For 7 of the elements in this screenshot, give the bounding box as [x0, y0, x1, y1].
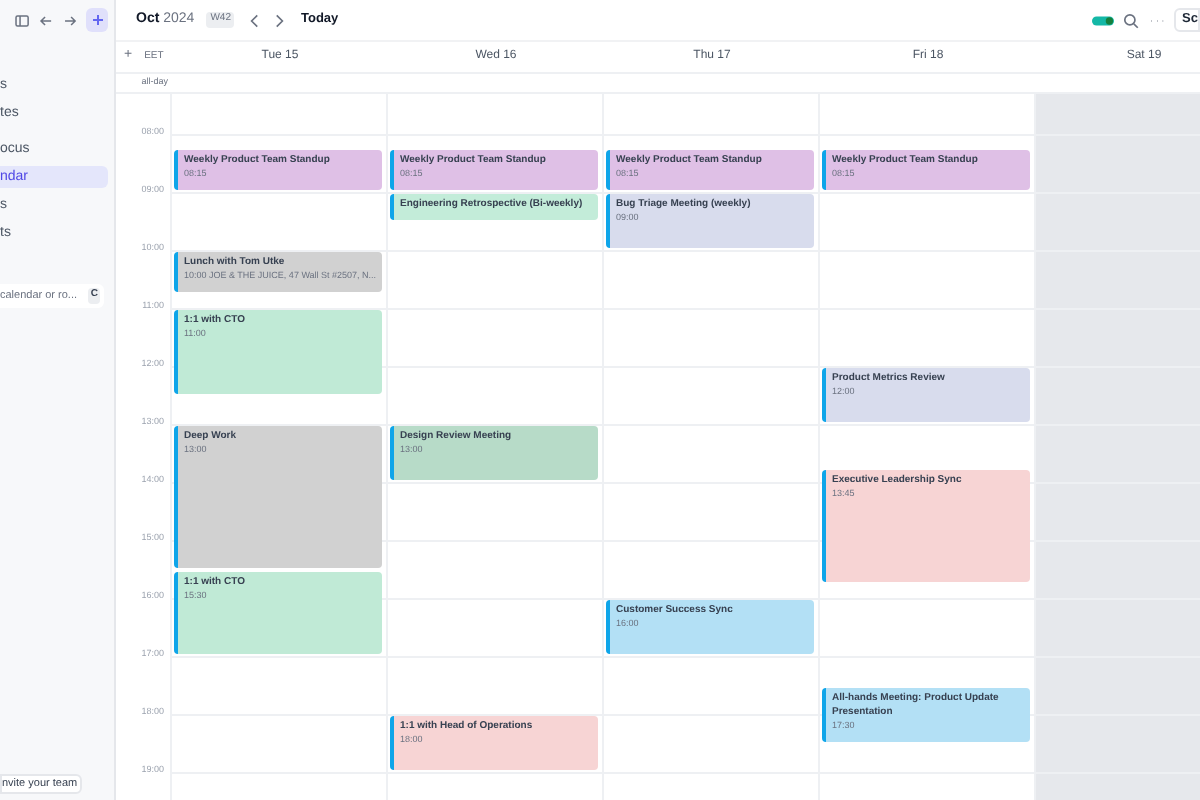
status-pill-icon[interactable] — [1092, 15, 1115, 25]
new-event-button[interactable] — [86, 8, 108, 32]
back-arrow-icon[interactable] — [38, 11, 55, 29]
sidebar-toggle-icon[interactable] — [14, 11, 31, 29]
plus-icon — [89, 12, 106, 28]
search-icon[interactable] — [1122, 11, 1141, 29]
forward-arrow-icon[interactable] — [62, 11, 79, 29]
